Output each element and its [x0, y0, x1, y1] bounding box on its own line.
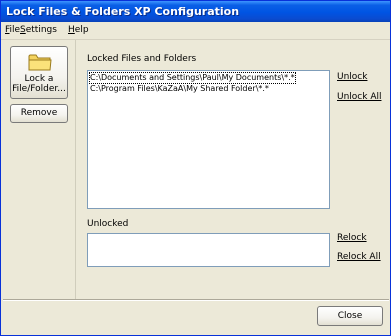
lock-file-folder-button[interactable]: Lock a File/Folder... [10, 46, 68, 99]
menu-bar: File Settings Help [1, 22, 390, 40]
app-window: Lock Files & Folders XP Configuration Fi… [0, 0, 391, 336]
close-button[interactable]: Close [317, 306, 383, 326]
sidebar: Lock a File/Folder... Remove [3, 40, 76, 300]
window-title: Lock Files & Folders XP Configuration [1, 1, 390, 22]
locked-list-label: Locked Files and Folders [87, 54, 197, 64]
footer-divider [3, 299, 389, 301]
remove-button[interactable]: Remove [10, 104, 68, 123]
unlock-all-link[interactable]: Unlock All [337, 92, 381, 102]
menu-settings-label: ettings [25, 25, 57, 35]
lock-button-label: Lock a File/Folder... [11, 74, 67, 94]
locked-list[interactable]: C:\Documents and Settings\Paul\My Docume… [87, 70, 330, 209]
menu-settings[interactable]: Settings [20, 25, 57, 35]
lock-button-label-line1: Lock a [24, 74, 54, 84]
menu-file-label: ile [9, 25, 21, 35]
unlock-link[interactable]: Unlock [337, 72, 367, 82]
folder-icon [28, 54, 52, 71]
lock-button-label-line2: File/Folder... [12, 84, 66, 94]
list-item[interactable]: C:\Program Files\KaZaA\My Shared Folder\… [90, 84, 269, 94]
menu-help-label: elp [74, 25, 89, 35]
unlocked-list-label: Unlocked [87, 219, 129, 229]
menu-file[interactable]: File [5, 25, 20, 35]
unlocked-list[interactable] [87, 233, 330, 267]
menu-help[interactable]: Help [68, 25, 89, 35]
relock-link[interactable]: Relock [337, 233, 367, 243]
list-item[interactable]: C:\Documents and Settings\Paul\My Docume… [89, 72, 296, 84]
menu-help-accel: H [68, 25, 75, 35]
relock-all-link[interactable]: Relock All [337, 252, 381, 262]
